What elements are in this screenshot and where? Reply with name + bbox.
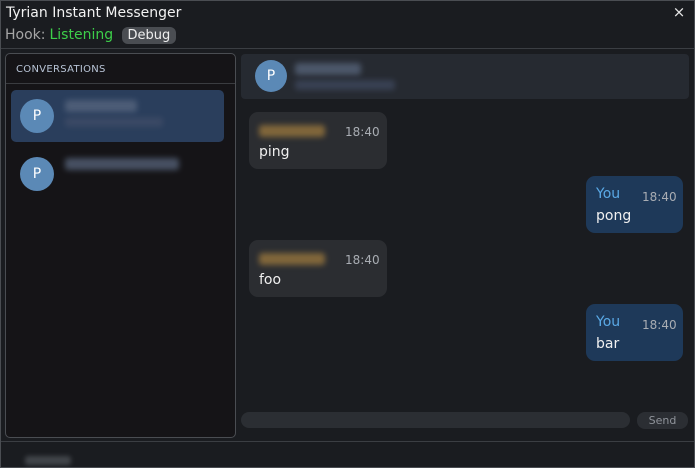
redacted-contact-name	[65, 158, 179, 170]
conversations-sidebar: CONVERSATIONS P P	[5, 53, 236, 438]
message-sender: You	[596, 314, 621, 330]
message-text: ping	[259, 144, 290, 160]
redacted-contact-name	[295, 63, 361, 75]
avatar: P	[20, 157, 54, 191]
message-bubble-outgoing: You 18:40 pong	[586, 176, 683, 233]
message-input[interactable]	[241, 412, 630, 428]
window-title: Tyrian Instant Messenger	[6, 5, 182, 21]
divider	[1, 441, 694, 442]
conversation-item[interactable]: P	[11, 90, 224, 142]
message-sender: You	[596, 186, 621, 202]
hook-label: Hook:	[5, 27, 46, 43]
redacted-contact-status	[295, 80, 395, 90]
redacted-last-message	[65, 117, 163, 127]
message-text: foo	[259, 272, 282, 288]
divider	[6, 83, 235, 84]
redacted-contact-name	[65, 100, 137, 112]
message-text: bar	[596, 336, 620, 352]
send-button[interactable]: Send	[637, 412, 688, 429]
message-bubble-incoming: 18:40 ping	[249, 112, 387, 169]
divider	[1, 48, 694, 49]
messenger-window: Tyrian Instant Messenger × Hook: Listenin…	[0, 0, 695, 468]
message-text: pong	[596, 208, 632, 224]
avatar: P	[20, 99, 54, 133]
title-bar[interactable]: Tyrian Instant Messenger ×	[1, 1, 694, 27]
avatar: P	[255, 60, 287, 92]
message-bubble-outgoing: You 18:40 bar	[586, 304, 683, 361]
close-icon[interactable]: ×	[670, 3, 688, 21]
conversation-item[interactable]: P	[11, 148, 224, 200]
redacted-sender-name	[259, 125, 325, 137]
hook-status: Listening	[49, 27, 114, 43]
message-time: 18:40	[642, 318, 677, 332]
conversations-header: CONVERSATIONS	[16, 64, 106, 75]
message-time: 18:40	[345, 125, 380, 139]
redacted-status-text	[25, 456, 71, 465]
hook-bar: Hook: Listening Debug	[5, 27, 177, 47]
debug-button[interactable]: Debug	[121, 27, 177, 44]
message-time: 18:40	[642, 190, 677, 204]
redacted-sender-name	[259, 253, 325, 265]
message-bubble-incoming: 18:40 foo	[249, 240, 387, 297]
chat-header: P	[241, 54, 689, 99]
message-time: 18:40	[345, 253, 380, 267]
